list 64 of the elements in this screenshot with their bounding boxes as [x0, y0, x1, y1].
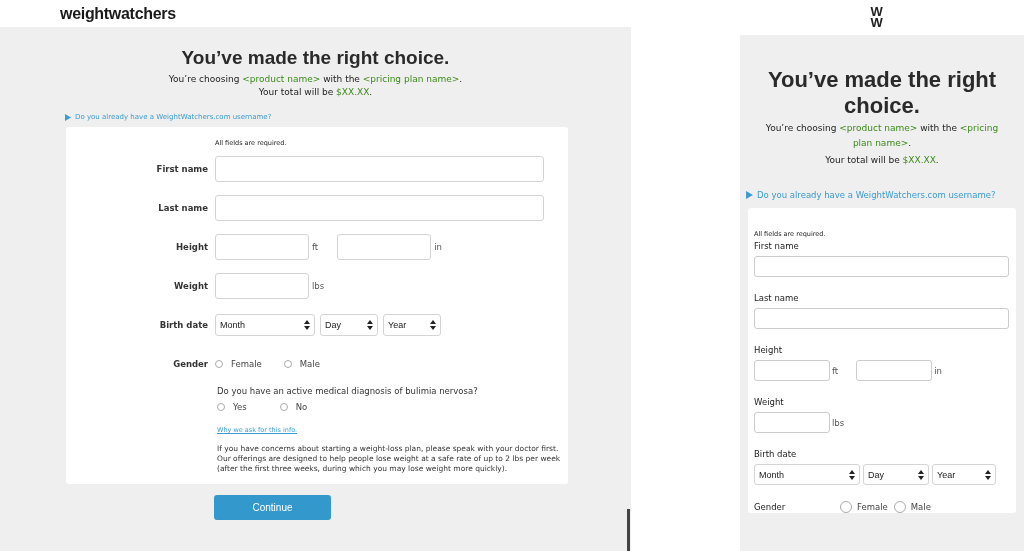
- unit-label: in: [434, 241, 442, 252]
- page-heading: You’ve made the right choice.: [766, 67, 998, 119]
- select-field[interactable]: Year: [932, 464, 996, 485]
- expand-arrow-icon[interactable]: [746, 191, 753, 199]
- field-label: Gender: [172, 358, 209, 369]
- radio-button[interactable]: [840, 501, 852, 513]
- unit-label: lbs: [832, 417, 845, 428]
- input-field[interactable]: [856, 360, 933, 381]
- input-field[interactable]: [754, 308, 1009, 329]
- input-field[interactable]: [754, 360, 830, 381]
- field-label: First name: [155, 163, 209, 174]
- input-field[interactable]: [337, 233, 432, 260]
- total-text: Your total will be $XX.XX.: [824, 154, 940, 167]
- unit-label: ft: [312, 241, 319, 252]
- radio-button[interactable]: [283, 359, 292, 368]
- field-label: Birth date: [754, 449, 798, 459]
- question-text: Do you have an active medical diagnosis of bulimia nervosa?: [217, 386, 479, 396]
- field-label: First name: [754, 241, 800, 251]
- option-label: No: [295, 402, 308, 412]
- field-label: Last name: [754, 293, 800, 303]
- select-field[interactable]: Day: [863, 464, 929, 485]
- logo[interactable]: weightwatchers: [60, 4, 176, 23]
- page-heading: You’ve made the right choice.: [180, 47, 451, 69]
- field-label: Height: [754, 345, 784, 355]
- field-label: Weight: [754, 397, 785, 407]
- intro-text: You’re choosing <product name> with the <pricing plan name>.: [167, 74, 464, 84]
- field-label: Weight: [173, 280, 209, 291]
- input-field[interactable]: [754, 412, 830, 433]
- input-field[interactable]: [754, 256, 1009, 277]
- field-label: Height: [175, 241, 209, 252]
- option-label: Female: [857, 502, 888, 512]
- total-text: Your total will be $XX.XX.: [257, 87, 374, 97]
- option-label: Male: [299, 358, 320, 369]
- select-field[interactable]: Year: [383, 313, 441, 336]
- option-label: Yes: [233, 402, 247, 412]
- updown-arrows-icon: [918, 469, 924, 480]
- logo[interactable]: WW: [870, 6, 884, 28]
- updown-arrows-icon: [985, 469, 991, 480]
- unit-label: lbs: [312, 280, 325, 291]
- updown-arrows-icon: [367, 319, 373, 330]
- radio-button[interactable]: [215, 359, 223, 368]
- input-field[interactable]: [215, 272, 309, 299]
- select-field[interactable]: Month: [754, 464, 860, 485]
- unit-label: in: [934, 365, 942, 376]
- option-label: Female: [231, 358, 262, 369]
- input-field[interactable]: [215, 194, 544, 221]
- select-field[interactable]: Day: [320, 313, 378, 336]
- expand-arrow-icon[interactable]: [65, 113, 71, 121]
- field-label: Birth date: [158, 319, 209, 330]
- scrollbar-thumb[interactable]: [627, 509, 630, 551]
- updown-arrows-icon: [430, 319, 436, 330]
- input-field[interactable]: [215, 155, 544, 182]
- field-label: Last name: [157, 202, 209, 213]
- field-label: Gender: [754, 502, 787, 512]
- intro-text: You’re choosing <product name> with the <pricing plan name>.: [764, 122, 1000, 150]
- radio-button[interactable]: [893, 501, 906, 513]
- option-label: Male: [910, 502, 931, 512]
- updown-arrows-icon: [304, 319, 310, 330]
- radio-button[interactable]: [217, 403, 225, 411]
- select-field[interactable]: Month: [215, 313, 315, 336]
- updown-arrows-icon: [849, 469, 855, 480]
- unit-label: ft: [832, 365, 839, 376]
- radio-button[interactable]: [279, 403, 288, 411]
- input-field[interactable]: [215, 233, 309, 260]
